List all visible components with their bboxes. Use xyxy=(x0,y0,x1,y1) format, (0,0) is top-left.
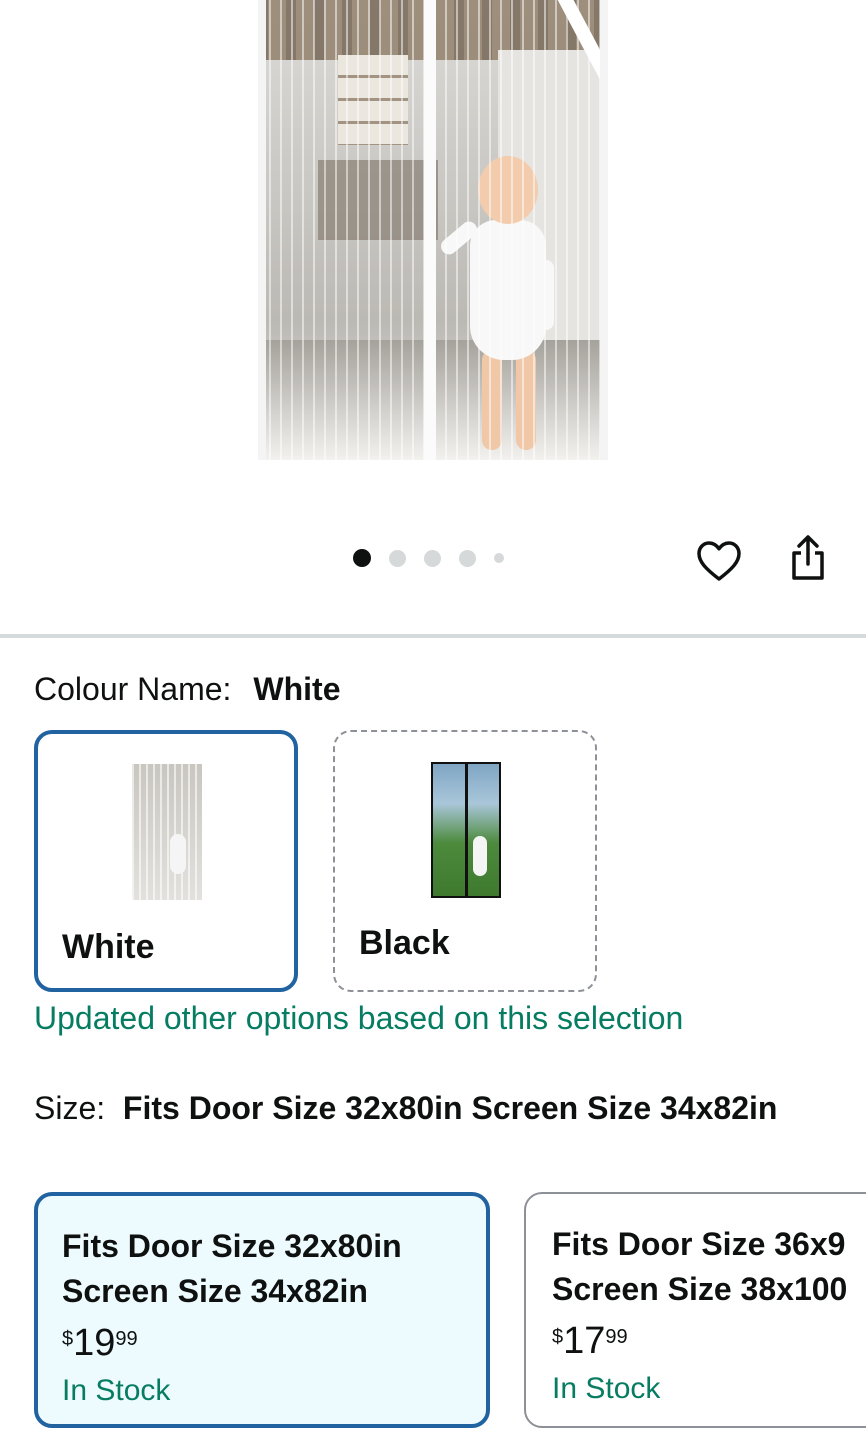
wishlist-button[interactable] xyxy=(694,536,744,586)
size-option-1[interactable]: Fits Door Size 32x80in Screen Size 34x82… xyxy=(34,1192,490,1428)
colour-selected-value: White xyxy=(253,671,341,707)
size-option-price: $ 17 99 xyxy=(552,1322,866,1360)
image-magnetic-seam xyxy=(424,0,436,460)
colour-label-row: Colour Name: White xyxy=(34,671,341,708)
carousel-dot-2[interactable] xyxy=(389,549,406,567)
price-symbol: $ xyxy=(552,1326,564,1348)
size-option-line2: Screen Size 34x82in xyxy=(62,1273,368,1309)
availability-text: In Stock xyxy=(62,1374,171,1407)
price-fraction: 99 xyxy=(115,1328,138,1350)
colour-option-black[interactable]: Black xyxy=(333,730,597,992)
carousel-dot-5[interactable] xyxy=(494,553,504,563)
availability-text: In Stock xyxy=(552,1372,661,1405)
image-frame-left xyxy=(258,0,266,460)
share-button[interactable] xyxy=(784,532,832,584)
image-frame-right xyxy=(600,0,608,460)
price-whole: 17 xyxy=(563,1320,606,1362)
size-label-row: Size: Fits Door Size 32x80in Screen Size… xyxy=(34,1086,834,1131)
colour-option-white[interactable]: White xyxy=(34,730,298,992)
heart-icon xyxy=(697,541,741,581)
carousel-dot-3[interactable] xyxy=(424,549,441,567)
price-fraction: 99 xyxy=(605,1326,628,1348)
colour-thumbnail-white xyxy=(132,764,202,900)
carousel-dot-1[interactable] xyxy=(353,549,371,567)
colour-option-label: White xyxy=(62,928,155,966)
price-whole: 19 xyxy=(73,1322,116,1364)
colour-option-label: Black xyxy=(359,924,450,962)
size-option-price: $ 19 99 xyxy=(62,1324,486,1362)
price-symbol: $ xyxy=(62,1328,74,1350)
colour-thumbnail-black xyxy=(431,762,501,898)
colour-label: Colour Name: xyxy=(34,671,232,707)
size-option-line1: Fits Door Size 32x80in xyxy=(62,1228,402,1264)
size-selected-value: Fits Door Size 32x80in Screen Size 34x82… xyxy=(122,1090,778,1126)
product-image-area xyxy=(0,0,866,636)
carousel-dots[interactable] xyxy=(353,549,522,567)
section-divider xyxy=(0,634,866,638)
share-icon xyxy=(792,535,824,580)
size-option-line2: Screen Size 38x100 xyxy=(552,1271,848,1307)
product-image[interactable] xyxy=(258,0,608,460)
size-option-2[interactable]: Fits Door Size 36x9 Screen Size 38x100 $… xyxy=(524,1192,866,1428)
options-updated-notice: Updated other options based on this sele… xyxy=(34,1000,684,1036)
size-label: Size: xyxy=(34,1090,106,1126)
size-option-line1: Fits Door Size 36x9 xyxy=(552,1226,846,1262)
carousel-dot-4[interactable] xyxy=(459,549,476,567)
